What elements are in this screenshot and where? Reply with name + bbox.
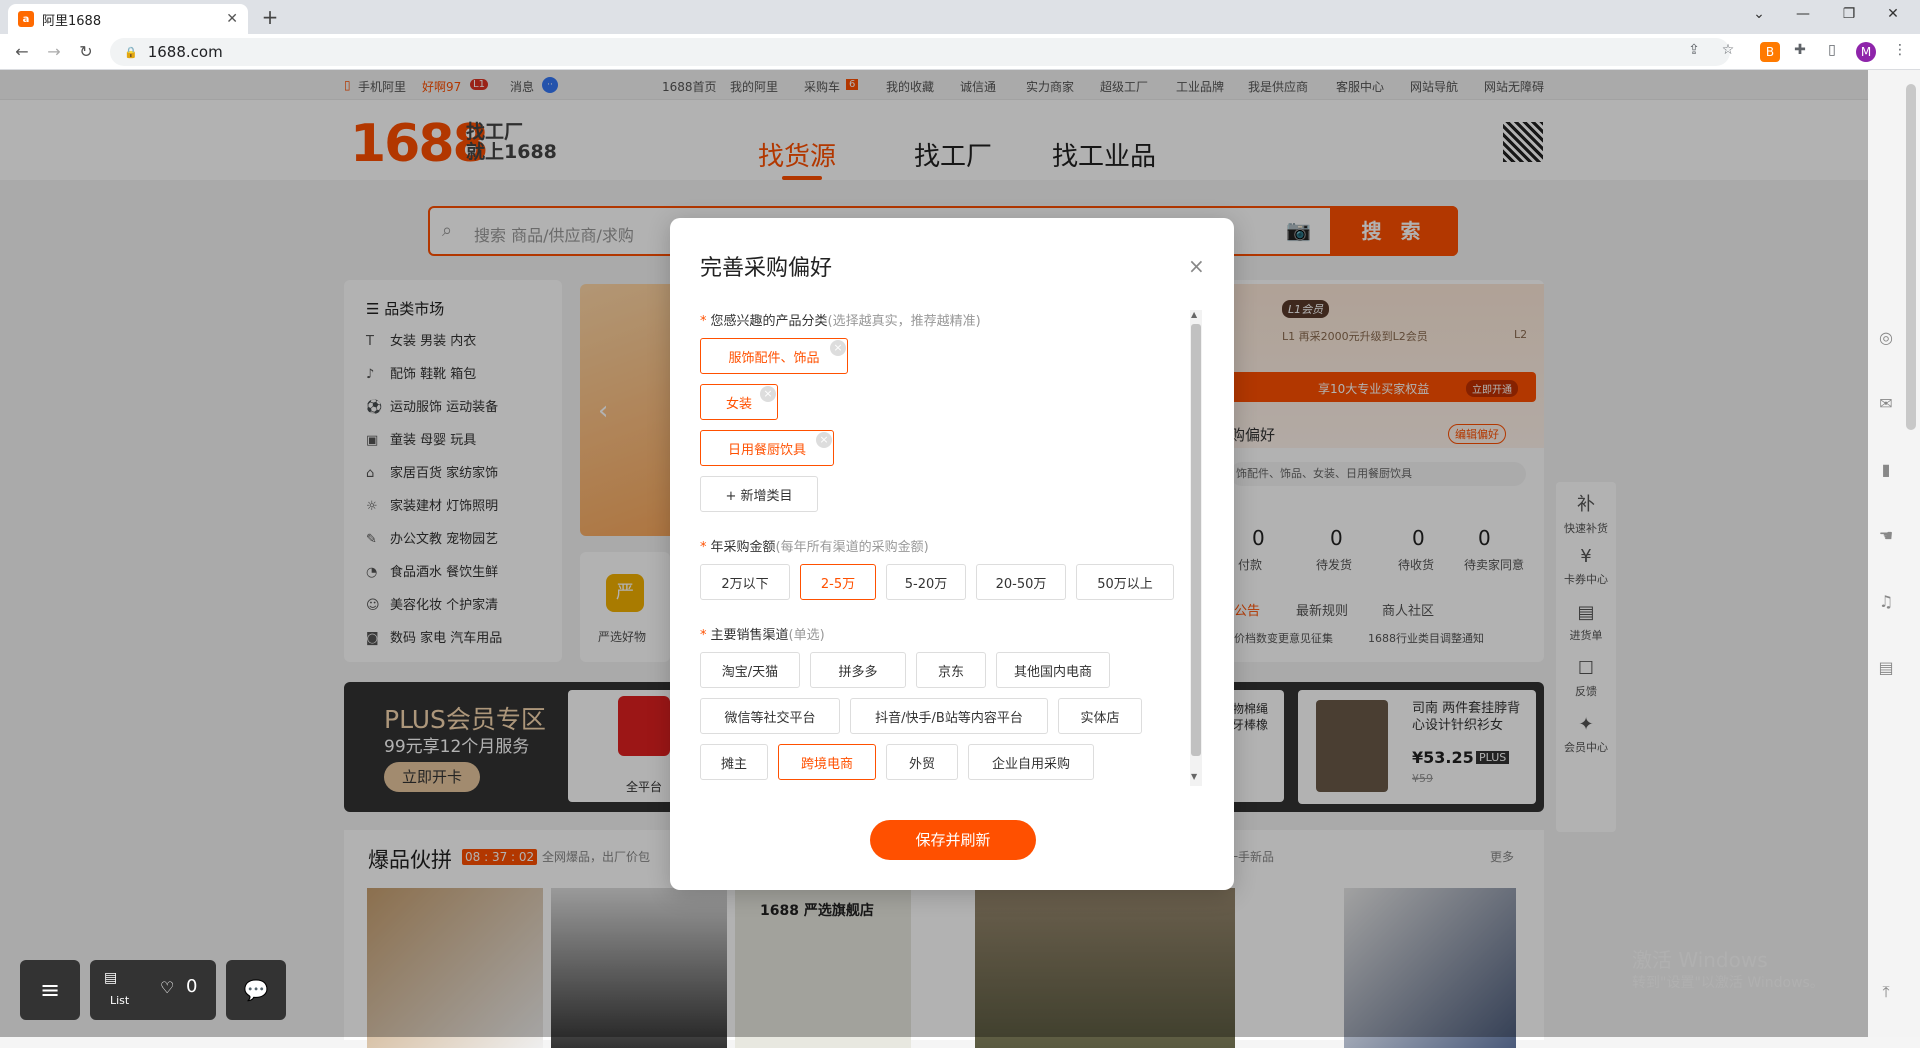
new-tab-button[interactable]: +: [258, 6, 282, 30]
menu-float-button[interactable]: ≡: [20, 960, 80, 1020]
browser-tab[interactable]: a 阿里1688 ✕: [8, 4, 248, 34]
back-to-top-icon[interactable]: ⤒: [1876, 982, 1896, 1002]
stack-icon: ≡: [39, 976, 61, 1004]
amount-option[interactable]: 50万以上: [1076, 564, 1174, 600]
favorite-count: 0: [186, 976, 198, 997]
windows-watermark-sub: 转到"设置"以激活 Windows。: [1632, 975, 1824, 991]
category-section-label: * 您感兴趣的产品分类(选择越真实，推荐越精准): [700, 314, 981, 329]
channel-option[interactable]: 抖音/快手/B站等内容平台: [850, 698, 1048, 734]
list-float-panel: ▤ List ♡ 0: [90, 960, 216, 1020]
remove-chip-icon[interactable]: ×: [830, 340, 846, 356]
channel-option[interactable]: 京东: [916, 652, 986, 688]
forward-icon[interactable]: →: [42, 42, 66, 61]
bell-icon[interactable]: ♫: [1876, 592, 1896, 611]
profile-avatar[interactable]: M: [1856, 42, 1876, 62]
bookmark-icon[interactable]: ▮: [1876, 460, 1896, 479]
menu-icon[interactable]: ⋮: [1890, 42, 1910, 62]
channel-option[interactable]: 企业自用采购: [968, 744, 1094, 780]
heart-icon[interactable]: ♡: [160, 978, 174, 997]
channel-option[interactable]: 跨境电商: [778, 744, 876, 780]
modal-title: 完善采购偏好: [700, 256, 833, 281]
hand-icon[interactable]: ☚: [1876, 526, 1896, 545]
tab-title: 阿里1688: [42, 13, 102, 29]
extension-icon[interactable]: B: [1760, 42, 1780, 62]
channel-option[interactable]: 摊主: [700, 744, 768, 780]
lock-icon: 🔒: [124, 45, 138, 59]
mail-icon[interactable]: ✉: [1876, 394, 1896, 413]
reload-icon[interactable]: ↻: [74, 42, 98, 61]
channel-option[interactable]: 其他国内电商: [996, 652, 1110, 688]
page-scroll-thumb[interactable]: [1906, 84, 1916, 430]
channel-option[interactable]: 实体店: [1058, 698, 1142, 734]
remove-chip-icon[interactable]: ×: [816, 432, 832, 448]
scroll-up-icon[interactable]: ▲: [1191, 310, 1197, 319]
category-chip[interactable]: 服饰配件、饰品: [700, 338, 848, 374]
document-icon[interactable]: ▤: [1876, 658, 1896, 677]
add-category-button[interactable]: + 新增类目: [700, 476, 818, 512]
amount-option[interactable]: 20-50万: [976, 564, 1066, 600]
maximize-icon[interactable]: ❐: [1834, 6, 1864, 22]
modal-close-icon[interactable]: ×: [1188, 254, 1205, 278]
sidepanel-icon[interactable]: ▯: [1822, 42, 1842, 62]
site-favicon-icon: a: [18, 11, 34, 27]
category-chip[interactable]: 日用餐厨饮具: [700, 430, 834, 466]
tab-search-icon[interactable]: ⌄: [1744, 6, 1774, 22]
channel-section-label: * 主要销售渠道(单选): [700, 628, 825, 643]
modal-scroll-thumb[interactable]: [1191, 324, 1201, 756]
back-icon[interactable]: ←: [10, 42, 34, 61]
amount-option[interactable]: 2-5万: [800, 564, 876, 600]
amount-option[interactable]: 5-20万: [886, 564, 966, 600]
url-text: 1688.com: [147, 43, 223, 61]
tab-close-icon[interactable]: ✕: [226, 11, 238, 27]
list-icon[interactable]: ▤: [104, 970, 117, 986]
amount-section-label: * 年采购金额(每年所有渠道的采购金额): [700, 540, 929, 555]
bookmark-star-icon[interactable]: ☆: [1718, 42, 1738, 62]
chat-float-button[interactable]: 💬: [226, 960, 286, 1020]
scroll-down-icon[interactable]: ▼: [1191, 772, 1197, 781]
channel-option[interactable]: 外贸: [886, 744, 958, 780]
minimize-icon[interactable]: —: [1788, 6, 1818, 22]
save-refresh-button[interactable]: 保存并刷新: [870, 820, 1036, 860]
share-icon[interactable]: ⇪: [1684, 42, 1704, 62]
window-close-icon[interactable]: ✕: [1878, 6, 1908, 22]
compass-icon[interactable]: ◎: [1876, 328, 1896, 347]
puzzle-icon[interactable]: ✚: [1790, 42, 1810, 62]
chat-icon: 💬: [243, 978, 269, 1002]
channel-option[interactable]: 淘宝/天猫: [700, 652, 800, 688]
windows-watermark: 激活 Windows: [1632, 948, 1768, 972]
channel-option[interactable]: 微信等社交平台: [700, 698, 840, 734]
tab-strip: [0, 0, 1920, 34]
amount-option[interactable]: 2万以下: [700, 564, 790, 600]
list-label[interactable]: List: [110, 994, 129, 1007]
url-field[interactable]: 🔒 1688.com: [110, 38, 1730, 66]
channel-option[interactable]: 拼多多: [810, 652, 906, 688]
remove-chip-icon[interactable]: ×: [760, 386, 776, 402]
